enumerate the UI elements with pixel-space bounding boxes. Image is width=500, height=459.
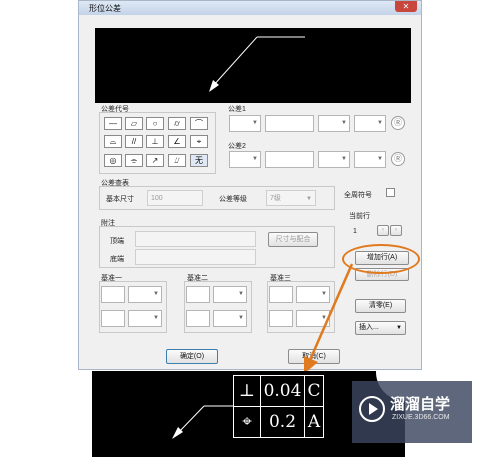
dropdown-arrow-icon: ▼ — [238, 290, 244, 297]
dropdown-arrow-icon: ▼ — [252, 155, 258, 162]
tolerance2-diameter-dropdown[interactable]: ▼ — [229, 151, 261, 168]
tolerance1-label: 公差1 — [228, 106, 246, 113]
fcf-row1-value: 0.04 — [260, 375, 305, 407]
total-runout-symbol[interactable]: ⌰ — [168, 154, 186, 167]
tolerance2-value-input[interactable] — [265, 151, 314, 168]
row-next-icon[interactable]: › — [390, 225, 402, 236]
datum3-value1-input[interactable] — [269, 286, 293, 303]
datum1-modifier2-dropdown[interactable]: ▼ — [128, 310, 162, 327]
dropdown-arrow-icon: ▼ — [306, 196, 312, 202]
title-bar[interactable]: 形位公差 ✕ — [79, 1, 421, 15]
fcf-row1-datum: C — [304, 375, 324, 407]
insert-dropdown[interactable]: 插入... ▼ — [355, 321, 406, 335]
datum1-value2-input[interactable] — [101, 310, 125, 327]
watermark-name: 溜溜自学 — [390, 396, 451, 413]
datum3-value2-input[interactable] — [269, 310, 293, 327]
symmetry-symbol[interactable]: ⌯ — [125, 154, 143, 167]
top-note-label: 顶端 — [110, 238, 124, 245]
tolerance1-diameter-dropdown[interactable]: ▼ — [229, 115, 261, 132]
preview-pane — [95, 28, 411, 103]
insert-label: 插入... — [359, 324, 379, 331]
dropdown-arrow-icon: ▼ — [153, 290, 159, 297]
dropdown-arrow-icon: ▼ — [252, 119, 258, 126]
grade-value: 7级 — [270, 195, 281, 202]
none-symbol[interactable]: 无 — [190, 154, 208, 167]
datum2-value1-input[interactable] — [186, 286, 210, 303]
straightness-symbol[interactable]: — — [104, 117, 122, 130]
tolerance1-extra-dropdown[interactable]: ▼ — [354, 115, 386, 132]
datum1-modifier1-dropdown[interactable]: ▼ — [128, 286, 162, 303]
dropdown-arrow-icon: ▼ — [341, 155, 347, 162]
datum2-modifier1-dropdown[interactable]: ▼ — [213, 286, 247, 303]
basic-size-label: 基本尺寸 — [106, 196, 134, 203]
dialog-title: 形位公差 — [89, 4, 121, 13]
datum2-modifier2-dropdown[interactable]: ▼ — [213, 310, 247, 327]
angularity-symbol[interactable]: ∠ — [168, 135, 186, 148]
concentricity-symbol[interactable]: ◎ — [104, 154, 122, 167]
perpendicularity-symbol[interactable]: ⊥ — [146, 135, 164, 148]
basic-size-input[interactable]: 100 — [147, 190, 203, 206]
all-around-checkbox[interactable] — [386, 188, 395, 197]
close-icon[interactable]: ✕ — [395, 1, 417, 12]
tolerance1-value-input[interactable] — [265, 115, 314, 132]
annotation-arrow — [304, 263, 354, 374]
surface-profile-symbol[interactable]: ⌓ — [104, 135, 122, 148]
tolerance2-label: 公差2 — [228, 143, 246, 150]
dropdown-arrow-icon: ▼ — [341, 119, 347, 126]
tolerance2-extra-dropdown[interactable]: ▼ — [354, 151, 386, 168]
fcf-row1-symbol: ⊥ — [233, 375, 261, 407]
current-row-value: 1 — [353, 228, 357, 235]
clear-button[interactable]: 清零(E) — [355, 299, 406, 313]
dropdown-arrow-icon: ▼ — [396, 325, 402, 331]
fcf-row2-symbol: ⌖ — [233, 406, 261, 438]
ok-button[interactable]: 确定(O) — [166, 349, 218, 364]
position-symbol[interactable]: ⌖ — [190, 135, 208, 148]
dropdown-arrow-icon: ▼ — [238, 314, 244, 321]
grade-label: 公差等级 — [219, 196, 247, 203]
dropdown-arrow-icon: ▼ — [377, 119, 383, 126]
cylindricity-symbol[interactable]: ⌭ — [168, 117, 186, 130]
datum2-value2-input[interactable] — [186, 310, 210, 327]
tolerance1-modifier-dropdown[interactable]: ▼ — [318, 115, 350, 132]
datum1-value1-input[interactable] — [101, 286, 125, 303]
watermark: 溜溜自学 ZIXUE.3D66.COM — [352, 381, 472, 443]
watermark-url: ZIXUE.3D66.COM — [392, 414, 450, 421]
flatness-symbol[interactable]: ▱ — [125, 117, 143, 130]
tolerance2-modifier-dropdown[interactable]: ▼ — [318, 151, 350, 168]
tolerance1-r-icon[interactable]: Ⓡ — [391, 116, 405, 130]
tolerance2-r-icon[interactable]: Ⓡ — [391, 152, 405, 166]
all-around-label: 全周符号 — [344, 192, 372, 199]
row-prev-icon[interactable]: ‹ — [377, 225, 389, 236]
grade-dropdown[interactable]: 7级 ▼ — [266, 190, 316, 206]
top-note-input[interactable] — [135, 231, 256, 247]
bottom-note-input[interactable] — [135, 249, 256, 265]
play-logo-icon — [359, 396, 385, 422]
leader-arrow-preview — [209, 36, 305, 92]
dropdown-arrow-icon: ▼ — [153, 314, 159, 321]
line-profile-symbol[interactable]: ⌒ — [190, 117, 208, 130]
current-row-label: 当前行 — [349, 213, 370, 220]
bottom-note-label: 底端 — [110, 256, 124, 263]
dropdown-arrow-icon: ▼ — [377, 155, 383, 162]
circularity-symbol[interactable]: ○ — [146, 117, 164, 130]
parallelism-symbol[interactable]: // — [125, 135, 143, 148]
circular-runout-symbol[interactable]: ↗ — [146, 154, 164, 167]
fcf-row2-datum: A — [304, 406, 324, 438]
size-fit-button[interactable]: 尺寸与配合 — [268, 232, 318, 247]
fcf-row2-value: 0.2 — [260, 406, 305, 438]
